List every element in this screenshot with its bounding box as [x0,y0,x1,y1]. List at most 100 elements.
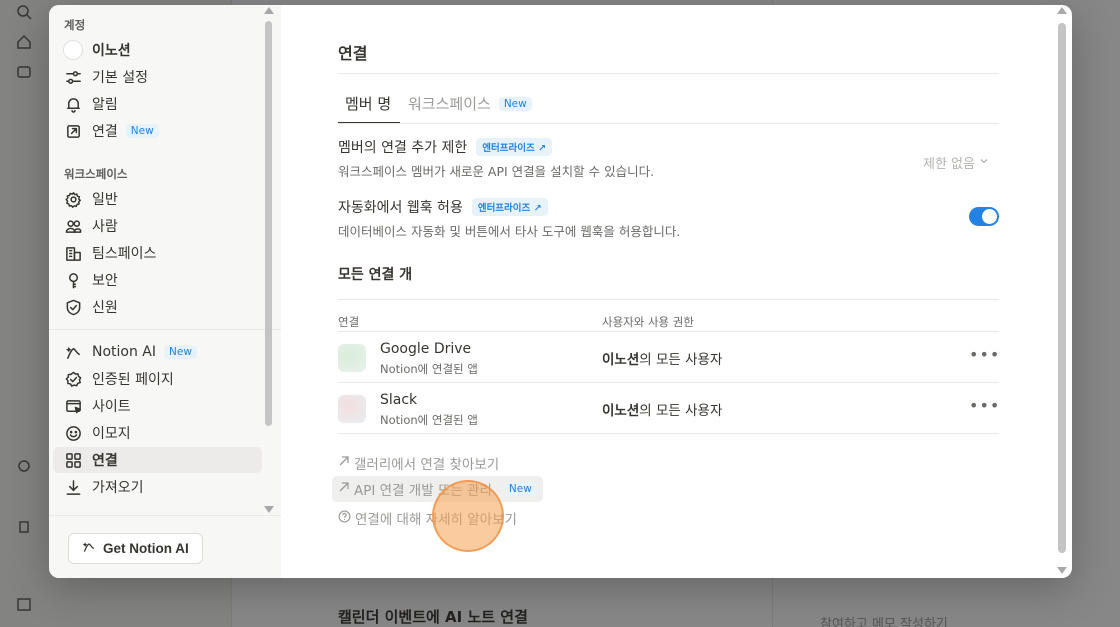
main-scrollbar[interactable] [1058,23,1066,553]
download-icon [64,478,82,496]
sidebar-item-notion-ai[interactable]: Notion AI New [53,339,262,365]
get-notion-ai-button[interactable]: Get Notion AI [68,533,203,564]
connections-heading: 모든 연결 개 [338,267,413,283]
tab-workspace-label: 워크스페이스 [408,95,491,113]
grid-icon [64,451,82,469]
table-row[interactable]: Google Drive Notion에 연결된 앱 이노션의 모든 사용자 •… [338,332,999,383]
connection-name: Slack [380,392,418,408]
tab-workspace[interactable]: 워크스페이스 New [408,93,532,114]
sidebar-item-import[interactable]: 가져오기 [53,474,262,500]
key-icon [64,271,82,289]
connection-sub: Notion에 연결된 앱 [380,362,478,376]
people-icon [64,217,82,235]
toggle-knob [982,209,997,224]
sidebar-item-label: Notion AI [92,344,157,360]
new-badge: New [164,345,197,359]
sidebar-item-label: 보안 [92,273,118,289]
settings-main: 연결 멤버 명 워크스페이스 New 멤버의 연결 추가 제한 엔터프라이즈 ↗… [281,5,1072,578]
connection-permissions: 이노션의 모든 사용자 [602,348,722,368]
webhooks-toggle[interactable] [969,207,999,226]
permission-suffix: 의 모든 사용자 [639,352,723,368]
sidebar-item-label: 이노션 [92,43,131,59]
arrow-up-right-icon [338,481,350,497]
sidebar-scrollbar[interactable] [265,21,272,426]
sidebar-item-label: 일반 [92,192,118,208]
column-header-permissions: 사용자와 사용 권한 [602,315,694,329]
bell-icon [64,95,82,113]
main-scroll-up-arrow[interactable] [1057,7,1067,14]
tabs-divider [338,123,999,124]
sidebar-item-label: 연결 [92,453,118,469]
site-icon [64,397,82,415]
sidebar-item-sites[interactable]: 사이트 [53,393,262,419]
arrow-up-right-icon [338,455,350,471]
table-row[interactable]: Slack Notion에 연결된 앱 이노션의 모든 사용자 ••• [338,383,999,434]
setting-webhooks-title: 자동화에서 웹훅 허용 엔터프라이즈 ↗ [338,197,548,217]
sidebar-scroll-down-arrow[interactable] [264,506,274,513]
sidebar-item-preferences[interactable]: 기본 설정 [53,64,262,90]
chevron-down-icon [979,155,989,170]
connection-permissions: 이노션의 모든 사용자 [602,399,722,419]
sidebar-item-label: 인증된 페이지 [92,372,174,388]
new-badge: New [125,124,159,138]
tab-members-label: 멤버 명 [345,95,392,113]
account-section-title: 계정 [64,18,86,32]
sidebar-item-label: 연결 [92,124,118,140]
setting-title-text: 멤버의 연결 추가 제한 [338,140,468,156]
sidebar-item-profile[interactable]: 이노션 [53,37,262,63]
main-scroll-down-arrow[interactable] [1057,567,1067,574]
sidebar-item-general[interactable]: 일반 [53,186,262,212]
get-notion-ai-label: Get Notion AI [103,541,189,556]
sidebar-bottom-divider [49,515,281,516]
enterprise-badge[interactable]: 엔터프라이즈 ↗ [476,138,552,156]
connection-name: Google Drive [380,341,472,357]
link-label: 갤러리에서 연결 찾아보기 [354,457,500,473]
heading-divider [338,299,999,300]
sliders-icon [64,68,82,86]
sidebar-divider [49,329,281,330]
new-badge: New [503,482,537,496]
avatar [64,41,82,59]
column-header-connection: 연결 [338,315,360,329]
setting-restrict-connections-description: 워크스페이스 멤버가 새로운 API 연결을 설치할 수 있습니다. [338,164,655,179]
sidebar-item-verified-pages[interactable]: 인증된 페이지 [53,366,262,392]
page-title: 연결 [338,44,368,63]
owner-name: 이노션 [602,352,640,368]
enterprise-badge[interactable]: 엔터프라이즈 ↗ [471,198,548,216]
sidebar-item-label: 알림 [92,97,118,113]
sidebar-scroll-up-arrow[interactable] [264,7,274,14]
more-options-icon[interactable]: ••• [969,396,1000,415]
slack-logo-icon [338,395,366,423]
sidebar-item-connections[interactable]: 연결 [53,447,262,473]
shield-icon [64,298,82,316]
sidebar-item-people[interactable]: 사람 [53,213,262,239]
browse-gallery-link[interactable]: 갤러리에서 연결 찾아보기 [338,453,499,473]
sidebar-item-label: 기본 설정 [92,70,148,86]
verified-icon [64,370,82,388]
smile-icon [64,424,82,442]
sidebar-item-security[interactable]: 보안 [53,267,262,293]
help-icon [338,510,351,527]
restrict-connections-select[interactable]: 제한 없음 [923,153,989,172]
arrow-out-icon [64,122,82,140]
new-badge: New [498,96,532,111]
building-icon [64,244,82,262]
ai-icon [64,343,82,361]
sidebar-item-label: 가져오기 [92,480,144,496]
sidebar-item-emoji[interactable]: 이모지 [53,420,262,446]
click-indicator [432,480,504,552]
sidebar-item-identity[interactable]: 신원 [53,294,262,320]
google-drive-logo-icon [338,344,366,372]
tab-members[interactable]: 멤버 명 [345,93,391,114]
sidebar-item-teamspaces[interactable]: 팀스페이스 [53,240,262,266]
sidebar-item-notifications[interactable]: 알림 [53,91,262,117]
settings-sidebar: 계정 이노션 기본 설정 알림 연결 New 워크스페이스 일반 사람 팀스페이… [49,5,281,578]
row-divider [338,433,999,434]
workspace-section-title: 워크스페이스 [64,167,128,181]
ai-icon [82,540,96,557]
sidebar-item-label: 사람 [92,219,118,235]
more-options-icon[interactable]: ••• [969,345,1000,364]
setting-title-text: 자동화에서 웹훅 허용 [338,200,463,216]
sidebar-item-my-connections[interactable]: 연결 New [53,118,262,144]
setting-webhooks-description: 데이터베이스 자동화 및 버튼에서 타사 도구에 웹훅을 허용합니다. [338,224,681,239]
